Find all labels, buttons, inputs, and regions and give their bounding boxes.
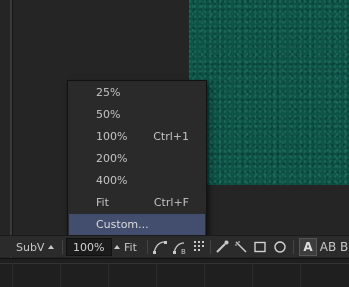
menu-item-shortcut: Ctrl+1: [153, 130, 189, 143]
toolbar-separator: [293, 240, 294, 254]
timeline-tick: [300, 263, 301, 287]
menu-item-fit[interactable]: Fit Ctrl+F: [69, 192, 205, 213]
timeline-tick: [60, 263, 61, 287]
menu-item-label: 400%: [96, 174, 128, 187]
timeline-tick: [204, 263, 205, 287]
text-b-label: B: [340, 240, 349, 254]
text-b-button[interactable]: B: [340, 238, 349, 256]
menu-item-200[interactable]: 200%: [69, 148, 205, 169]
svg-text:B: B: [181, 248, 186, 255]
menu-item-25[interactable]: 25%: [69, 82, 205, 103]
text-ab-button[interactable]: AB: [319, 238, 337, 256]
zoom-menu: 25% 50% 100% Ctrl+1 200% 400% Fit Ctrl+F…: [67, 80, 207, 236]
bspline-curve-icon[interactable]: B: [172, 239, 188, 255]
timeline-tick: [12, 263, 13, 287]
rectangle-tool-icon[interactable]: [252, 239, 268, 255]
timeline-tick: [156, 263, 157, 287]
grid-dots-icon[interactable]: [192, 239, 208, 255]
panel-divider[interactable]: [10, 0, 13, 258]
triangle-up-icon: [48, 245, 55, 249]
text-a-button[interactable]: A: [299, 238, 317, 256]
menu-item-label: 100%: [96, 130, 128, 143]
timeline-tick: [108, 263, 109, 287]
ellipse-tool-icon[interactable]: [272, 239, 288, 255]
triangle-up-icon: [114, 245, 120, 249]
text-ab-label: AB: [319, 240, 337, 254]
menu-item-100[interactable]: 100% Ctrl+1: [69, 126, 205, 147]
toolbar-separator: [210, 240, 211, 254]
timeline-ruler[interactable]: [0, 258, 349, 287]
subview-label: SubV: [16, 240, 45, 254]
menu-item-custom[interactable]: Custom...: [69, 214, 205, 235]
menu-item-label: Custom...: [96, 218, 149, 231]
menu-item-label: Fit: [96, 196, 109, 209]
zoom-value: 100%: [73, 240, 105, 254]
text-a-label: A: [303, 240, 313, 254]
magic-wand-icon[interactable]: [233, 239, 249, 255]
fit-label: Fit: [124, 240, 137, 254]
menu-item-50[interactable]: 50%: [69, 104, 205, 125]
bezier-curve-icon[interactable]: [152, 239, 168, 255]
brush-icon[interactable]: [214, 239, 230, 255]
menu-item-shortcut: Ctrl+F: [153, 196, 189, 209]
menu-item-label: 50%: [96, 108, 121, 121]
viewer-background: [189, 185, 349, 225]
menu-item-label: 25%: [96, 86, 121, 99]
viewer-toolbar: SubV 100% Fit B A AB B: [0, 235, 349, 257]
timeline-line: [0, 263, 349, 264]
subview-button[interactable]: SubV: [16, 238, 60, 256]
zoom-field[interactable]: 100%: [66, 238, 112, 256]
fit-button[interactable]: Fit: [124, 238, 144, 256]
zoom-dropdown-button[interactable]: [113, 238, 121, 256]
menu-item-label: 200%: [96, 152, 128, 165]
toolbar-separator: [147, 240, 148, 254]
menu-item-400[interactable]: 400%: [69, 170, 205, 191]
timeline-tick: [252, 263, 253, 287]
toolbar-separator: [62, 240, 63, 254]
